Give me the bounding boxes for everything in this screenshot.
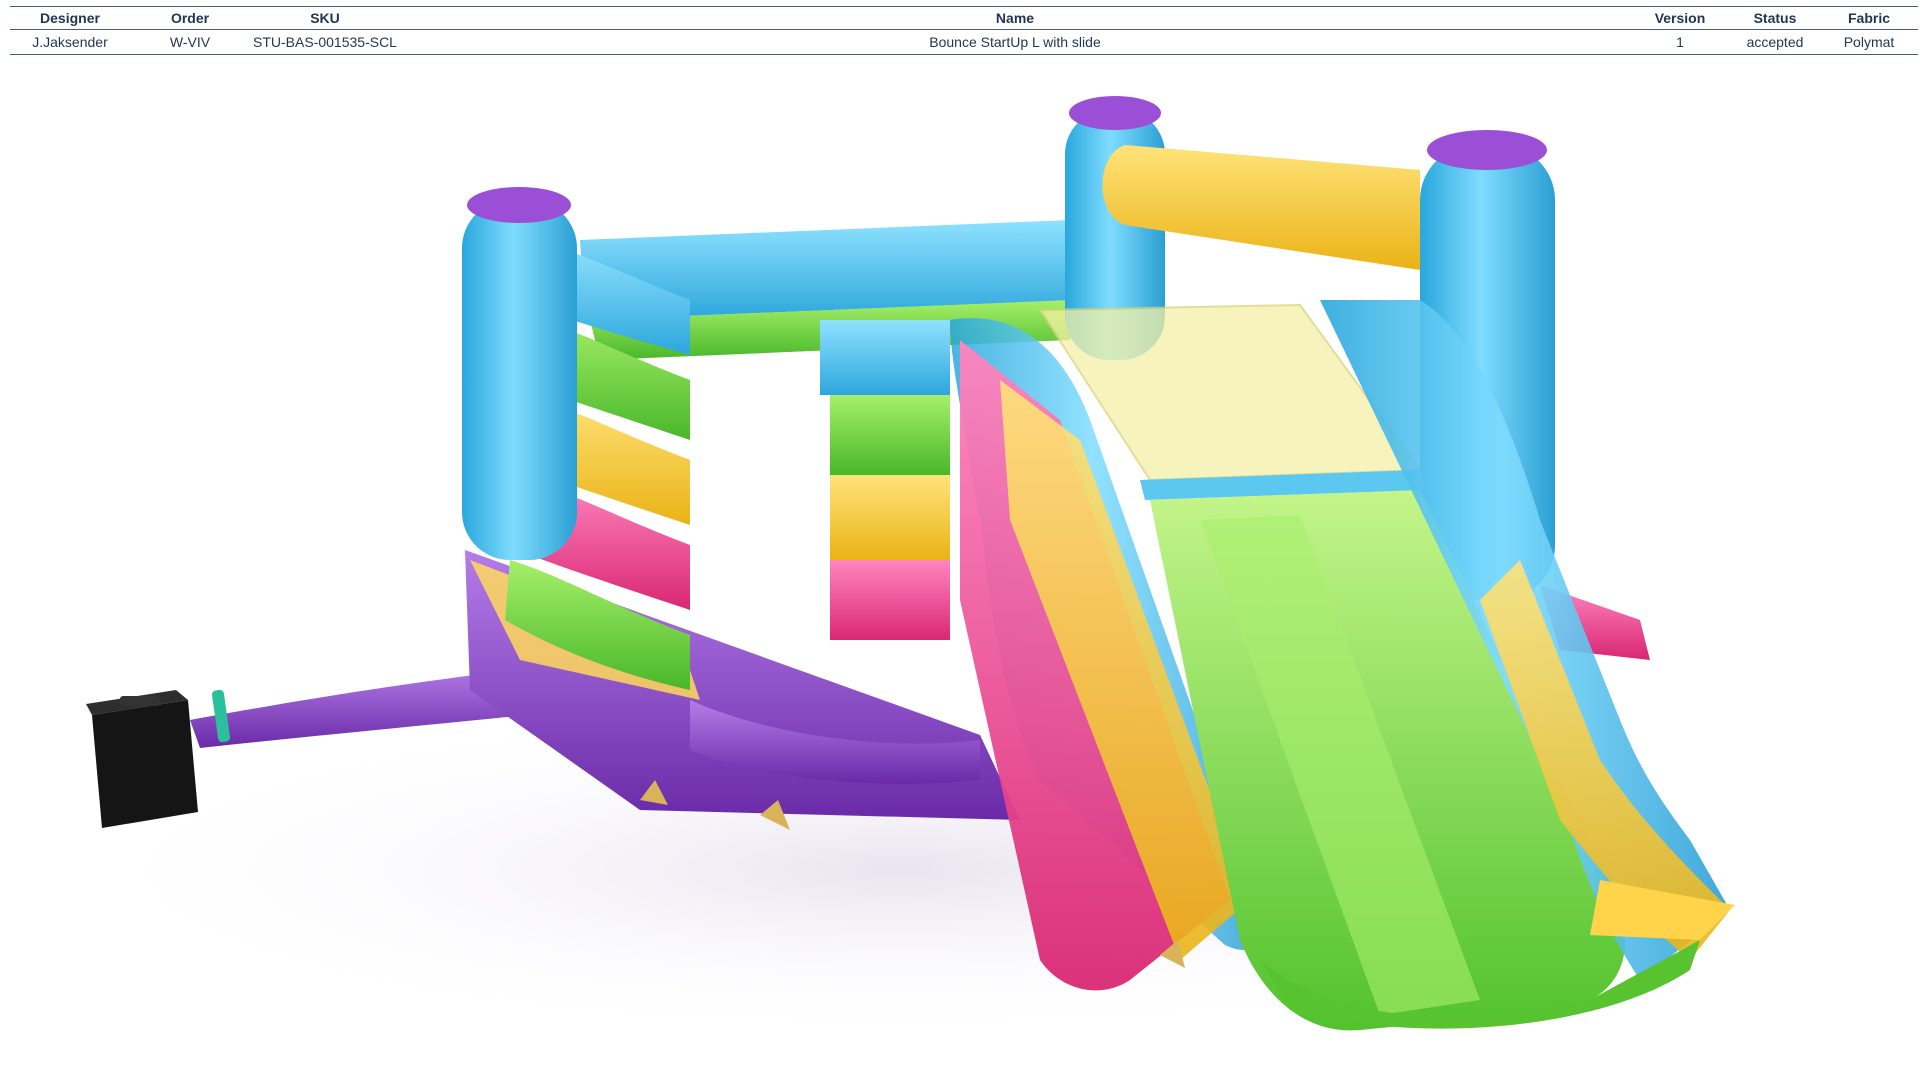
cell-version: 1 xyxy=(1630,29,1730,55)
cell-status: accepted xyxy=(1730,29,1820,55)
cell-fabric: Polymat xyxy=(1820,29,1918,55)
pillar-back-left xyxy=(462,187,577,560)
header-sku: SKU xyxy=(250,6,400,30)
header-version: Version xyxy=(1630,6,1730,30)
header-status: Status xyxy=(1730,6,1820,30)
spec-table-row: J.Jaksender W-VIV STU-BAS-001535-SCL Bou… xyxy=(10,29,1918,55)
bouncy-castle-render xyxy=(40,96,1760,1040)
header-order: Order xyxy=(130,6,250,30)
spec-table: Designer Order SKU Name Version Status F… xyxy=(10,6,1918,55)
blower-box xyxy=(86,690,198,828)
cell-order: W-VIV xyxy=(130,29,250,55)
cell-name: Bounce StartUp L with slide xyxy=(400,29,1630,55)
spec-table-header-row: Designer Order SKU Name Version Status F… xyxy=(10,6,1918,30)
header-designer: Designer xyxy=(10,6,130,30)
cell-designer: J.Jaksender xyxy=(10,29,130,55)
header-fabric: Fabric xyxy=(1820,6,1918,30)
cell-sku: STU-BAS-001535-SCL xyxy=(250,29,400,55)
header-name: Name xyxy=(400,6,1630,30)
